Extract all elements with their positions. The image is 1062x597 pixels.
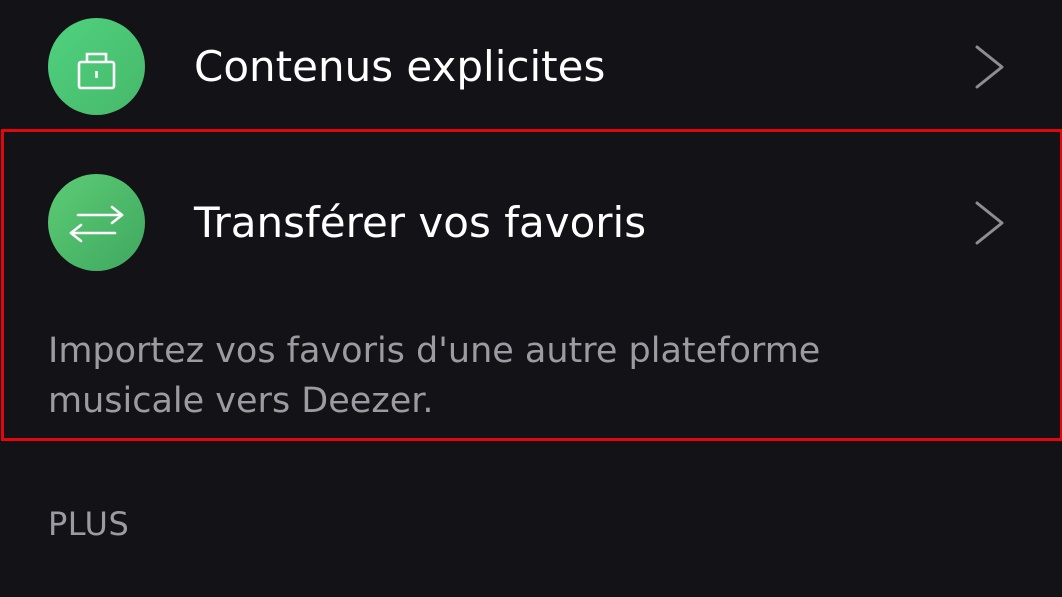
section-header-more: PLUS xyxy=(48,505,130,543)
explicit-content-label: Contenus explicites xyxy=(194,42,606,91)
chevron-right-icon xyxy=(975,45,1004,89)
settings-item-transfer-favorites[interactable]: Transférer vos favoris xyxy=(0,174,1062,274)
swap-arrows-icon xyxy=(48,174,145,271)
description-line: Importez vos favoris d'une autre platefo… xyxy=(48,331,821,371)
settings-item-explicit-content[interactable]: Contenus explicites xyxy=(0,18,1062,118)
transfer-favorites-description: Importez vos favoris d'une autre platefo… xyxy=(48,326,1028,426)
description-line: musicale vers Deezer. xyxy=(48,381,434,421)
chevron-right-icon xyxy=(975,201,1004,245)
transfer-favorites-label: Transférer vos favoris xyxy=(194,198,647,247)
lock-icon xyxy=(48,18,145,115)
